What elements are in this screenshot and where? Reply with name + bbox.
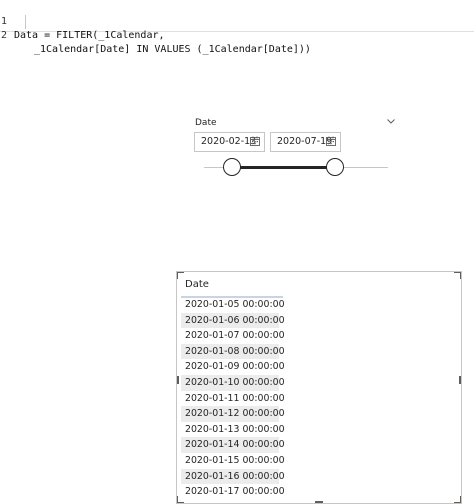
table-row[interactable]: 2020-01-15 00:00:00 [181,453,285,469]
table-row[interactable]: 2020-01-07 00:00:00 [181,328,285,344]
slider-end-handle[interactable] [326,158,344,176]
table-row[interactable]: 2020-01-09 00:00:00 [181,359,285,375]
table-row[interactable]: 2020-01-11 00:00:00 [181,391,285,407]
table-row[interactable]: 2020-01-12 00:00:00 [181,406,285,422]
table-visual[interactable]: Date 2020-01-05 00:00:00 2020-01-06 00:00… [176,271,462,504]
table-row[interactable]: 2020-01-14 00:00:00 [181,437,285,453]
start-date-value: 2020-02-13 [201,136,257,147]
resize-corner[interactable] [454,496,461,503]
table-row[interactable]: 2020-01-16 00:00:00 [181,468,285,485]
date-slicer[interactable]: Date 2020-02-13 2020-07-19 [190,112,400,182]
table-row[interactable]: 2020-01-13 00:00:00 [181,422,285,438]
end-date-input[interactable]: 2020-07-19 [270,132,341,152]
indent-guide [25,15,26,29]
table-row[interactable]: 2020-01-08 00:00:00 [181,343,285,360]
code-line-2[interactable]: 2 _1Calendar[Date] IN VALUES (_1Calendar… [0,15,311,55]
slider-selected-range [232,166,335,169]
start-date-input[interactable]: 2020-02-13 [194,132,265,152]
end-date-value: 2020-07-19 [277,136,333,147]
code-text[interactable]: Data = FILTER(_1Calendar, [14,29,165,43]
resize-corner[interactable] [454,272,461,279]
chevron-down-icon[interactable] [386,116,396,126]
line-number: 2 [1,30,8,41]
table-body: 2020-01-05 00:00:00 2020-01-06 00:00:00 20… [181,297,285,500]
column-header-date[interactable]: Date [181,276,283,298]
resize-handle-right[interactable] [459,376,461,384]
table-row[interactable]: 2020-01-05 00:00:00 [181,297,285,313]
table-row[interactable]: 2020-01-06 00:00:00 [181,312,285,329]
slider-start-handle[interactable] [223,158,241,176]
resize-handle-left[interactable] [177,376,179,384]
code-text[interactable]: _1Calendar[Date] IN VALUES (_1Calendar[D… [34,43,311,57]
table-row[interactable]: 2020-01-17 00:00:00 [181,484,285,500]
calendar-icon[interactable] [250,136,260,146]
formula-bar[interactable]: 1 Data = FILTER(_1Calendar, 2 _1Calendar… [0,0,474,55]
code-line-1[interactable]: 1 Data = FILTER(_1Calendar, [0,1,165,41]
slicer-title: Date [195,118,217,128]
calendar-icon[interactable] [326,136,336,146]
table-row[interactable]: 2020-01-10 00:00:00 [181,374,285,391]
